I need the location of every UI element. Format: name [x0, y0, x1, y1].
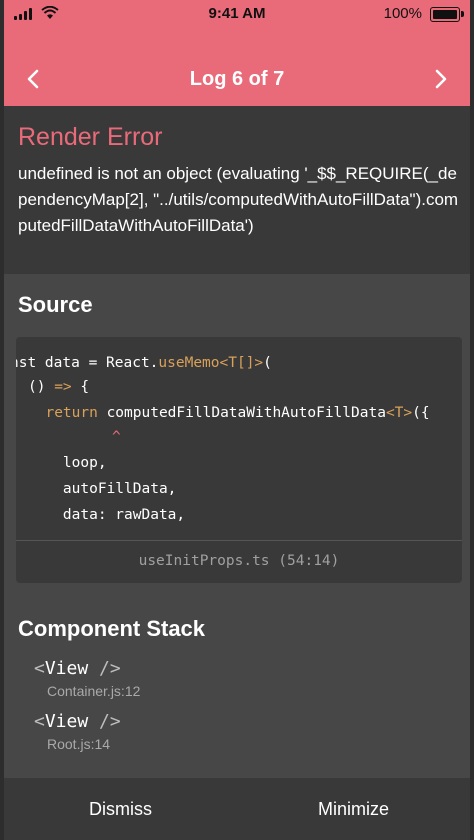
code-line: nst data = React.useMemo<T[]>(: [16, 355, 272, 371]
minimize-button[interactable]: Minimize: [237, 778, 470, 840]
log-box-screen: 9:41 AM 100% Log 6 of 7 Render Error und…: [4, 0, 470, 840]
log-title: Log 6 of 7: [189, 68, 285, 90]
code-snippet: nst data = React.useMemo<T[]>( () => { r…: [16, 351, 462, 523]
code-frame[interactable]: nst data = React.useMemo<T[]>( () => { r…: [16, 337, 462, 583]
code-line: autoFillData,: [28, 481, 177, 497]
dismiss-button[interactable]: Dismiss: [4, 778, 237, 840]
code-divider: [16, 540, 462, 541]
stack-frame[interactable]: <View /> Container.js:12: [34, 658, 140, 699]
stack-frame-name: View: [44, 711, 89, 732]
code-file-location: useInitProps.ts (54:14): [138, 553, 340, 569]
stack-frame-name: View: [44, 658, 89, 679]
battery-full-icon: [430, 7, 464, 22]
error-title: Render Error: [18, 123, 163, 151]
component-stack-heading: Component Stack: [18, 616, 206, 641]
footer-bar: Dismiss Minimize: [4, 778, 470, 840]
error-section: Render Error undefined is not an object …: [4, 106, 470, 274]
error-caret: ^: [112, 429, 121, 445]
code-line: loop,: [28, 455, 107, 471]
chevron-right-icon[interactable]: [426, 64, 456, 94]
stack-frame[interactable]: <View /> Root.js:14: [34, 711, 121, 752]
code-line: return computedFillDataWithAutoFillData<…: [28, 405, 430, 421]
error-message: undefined is not an object (evaluating '…: [18, 164, 459, 235]
source-heading: Source: [18, 292, 93, 317]
stack-frame-location: Root.js:14: [47, 736, 111, 752]
code-line: () => {: [28, 379, 90, 395]
battery-percentage: 100%: [383, 5, 422, 22]
log-header: 9:41 AM 100% Log 6 of 7: [4, 0, 470, 106]
code-line: data: rawData,: [28, 507, 186, 523]
log-navigation: Log 6 of 7: [4, 56, 470, 100]
status-bar: 9:41 AM 100%: [4, 0, 470, 28]
stack-frame-location: Container.js:12: [47, 683, 141, 699]
